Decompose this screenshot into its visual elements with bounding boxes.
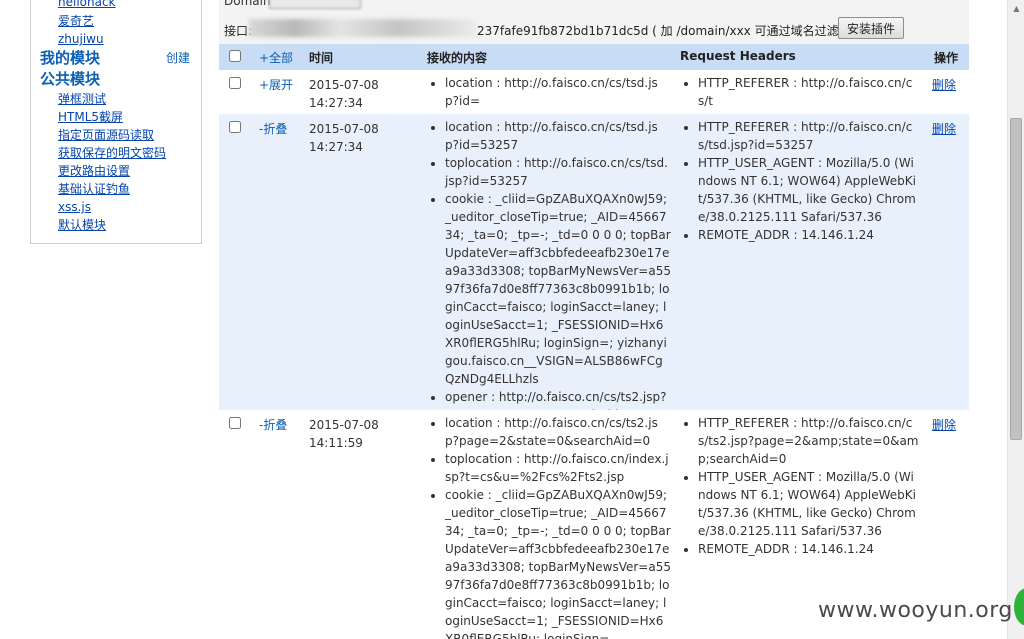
row-time: 2015-07-08 14:27:34 [309, 120, 419, 156]
content-item: toplocation : http://o.faisco.cn/index.j… [445, 450, 671, 486]
module-link-xss-js[interactable]: xss.js [58, 199, 91, 215]
delete-link[interactable]: 删除 [932, 76, 956, 94]
header-item: REMOTE_ADDR : 14.146.1.24 [698, 540, 920, 558]
row-time-text: 14:27:34 [309, 140, 363, 154]
my-modules-heading: 我的模块 [40, 49, 101, 67]
select-all-checkbox[interactable] [229, 50, 241, 62]
row-checkbox[interactable] [229, 417, 241, 429]
header-item: REMOTE_ADDR : 14.146.1.24 [698, 226, 920, 244]
content-item: cookie : _cliid=GpZABuXQAXn0wJ59; _uedit… [445, 190, 671, 388]
row-time-text: 14:11:59 [309, 436, 363, 450]
row-expand-toggle[interactable]: +展开 [259, 76, 293, 94]
row-checkbox[interactable] [229, 121, 241, 133]
content-item: cookie : _cliid=GpZABuXQAXn0wJ59; _uedit… [445, 486, 671, 639]
domain-select[interactable] [269, 0, 361, 9]
module-link-page-source[interactable]: 指定页面源码读取 [58, 127, 154, 143]
row-time: 2015-07-08 14:11:59 [309, 416, 419, 452]
table-row: -折叠 2015-07-08 14:27:34 location : http:… [219, 114, 969, 422]
row-headers: HTTP_REFERER : http://o.faisco.cn/cs/tsd… [680, 118, 920, 244]
header-request-headers: Request Headers [680, 49, 796, 63]
delete-link[interactable]: 删除 [932, 120, 956, 138]
row-headers: HTTP_REFERER : http://o.faisco.cn/cs/t [680, 74, 920, 110]
table-row: +展开 2015-07-08 14:27:34 location : http:… [219, 70, 969, 114]
interface-url-redacted [249, 19, 477, 37]
top-bar: Domain 接口: 237fafe91fb872bd1b71dc5d ( 加 … [219, 0, 969, 44]
header-item: HTTP_REFERER : http://o.faisco.cn/cs/t [698, 74, 920, 110]
domain-label: Domain [224, 0, 271, 8]
header-content: 接收的内容 [427, 51, 488, 65]
content-item: location : http://o.faisco.cn/cs/tsd.jsp… [445, 118, 671, 154]
row-time: 2015-07-08 14:27:34 [309, 76, 419, 112]
header-time: 时间 [309, 51, 334, 65]
vertical-scrollbar[interactable]: ▲ [1007, 0, 1024, 639]
scrollbar-thumb[interactable] [1010, 118, 1022, 440]
module-link-popup-test[interactable]: 弹框测试 [58, 91, 106, 107]
row-headers: HTTP_REFERER : http://o.faisco.cn/cs/ts2… [680, 414, 920, 558]
create-module-link[interactable]: 创建 [166, 49, 190, 66]
row-content: location : http://o.faisco.cn/cs/ts2.jsp… [427, 414, 671, 639]
delete-link[interactable]: 删除 [932, 416, 956, 434]
module-link-router-settings[interactable]: 更改路由设置 [58, 163, 130, 179]
header-item: HTTP_REFERER : http://o.faisco.cn/cs/ts2… [698, 414, 920, 468]
header-actions: 操作 [934, 51, 959, 65]
header-item: HTTP_USER_AGENT : Mozilla/5.0 (Windows N… [698, 468, 920, 540]
row-time-text: 14:27:34 [309, 96, 363, 110]
header-item: HTTP_USER_AGENT : Mozilla/5.0 (Windows N… [698, 154, 920, 226]
content-item: toplocation : http://o.faisco.cn/cs/tsd.… [445, 154, 671, 190]
interface-label: 接口: [224, 24, 253, 38]
content-item: location : http://o.faisco.cn/cs/ts2.jsp… [445, 414, 671, 450]
row-date-text: 2015-07-08 [309, 122, 379, 136]
row-content: location : http://o.faisco.cn/cs/tsd.jsp… [427, 118, 671, 424]
row-content: location : http://o.faisco.cn/cs/tsd.jsp… [427, 74, 671, 110]
row-date-text: 2015-07-08 [309, 78, 379, 92]
row-checkbox[interactable] [229, 77, 241, 89]
install-plugin-button[interactable]: 安装插件 [838, 17, 905, 39]
interface-url-suffix: 237fafe91fb872bd1b71dc5d ( 加 /domain/xxx… [477, 24, 868, 38]
sidebar-link-hellohack[interactable]: hellohack [58, 0, 116, 10]
public-modules-heading: 公共模块 [40, 70, 101, 88]
sidebar-link-zhujiwu[interactable]: zhujiwu [58, 31, 104, 47]
row-date-text: 2015-07-08 [309, 418, 379, 432]
row-collapse-toggle[interactable]: -折叠 [259, 120, 287, 138]
expand-all-link[interactable]: +全部 [259, 49, 293, 66]
module-link-basic-auth-phishing[interactable]: 基础认证钓鱼 [58, 181, 130, 197]
scroll-up-arrow-icon[interactable]: ▲ [1008, 2, 1024, 16]
sidebar: hellohack 爱奇艺 zhujiwu 我的模块 创建 公共模块 弹框测试 … [30, 0, 202, 244]
header-item: HTTP_REFERER : http://o.faisco.cn/cs/tsd… [698, 118, 920, 154]
module-link-html5-screenshot[interactable]: HTML5截屏 [58, 109, 123, 125]
module-link-saved-passwords[interactable]: 获取保存的明文密码 [58, 145, 166, 161]
table-header: +全部 时间 接收的内容 Request Headers 操作 [219, 44, 969, 70]
sidebar-link-iqiyi[interactable]: 爱奇艺 [58, 13, 94, 29]
watermark: www.wooyun.org [818, 598, 1013, 623]
content-item: location : http://o.faisco.cn/cs/tsd.jsp… [445, 74, 671, 110]
module-link-default[interactable]: 默认模块 [58, 217, 106, 233]
row-collapse-toggle[interactable]: -折叠 [259, 416, 287, 434]
